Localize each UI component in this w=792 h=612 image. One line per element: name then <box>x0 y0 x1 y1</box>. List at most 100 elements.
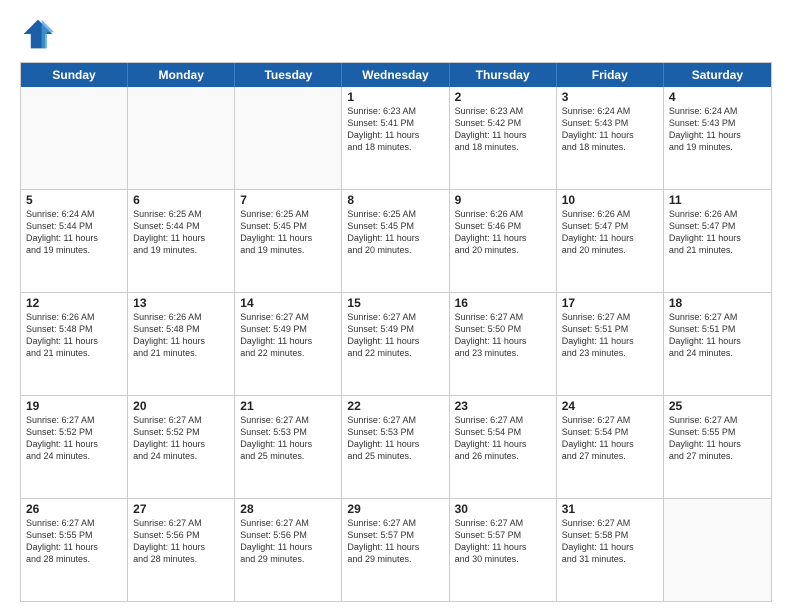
day-number: 27 <box>133 502 229 516</box>
day-info: Sunrise: 6:27 AM Sunset: 5:51 PM Dayligh… <box>562 311 658 360</box>
day-cell-31: 31Sunrise: 6:27 AM Sunset: 5:58 PM Dayli… <box>557 499 664 601</box>
day-info: Sunrise: 6:23 AM Sunset: 5:41 PM Dayligh… <box>347 105 443 154</box>
logo <box>20 16 58 52</box>
day-info: Sunrise: 6:25 AM Sunset: 5:45 PM Dayligh… <box>240 208 336 257</box>
day-info: Sunrise: 6:27 AM Sunset: 5:54 PM Dayligh… <box>562 414 658 463</box>
day-info: Sunrise: 6:24 AM Sunset: 5:44 PM Dayligh… <box>26 208 122 257</box>
day-cell-19: 19Sunrise: 6:27 AM Sunset: 5:52 PM Dayli… <box>21 396 128 498</box>
day-info: Sunrise: 6:27 AM Sunset: 5:56 PM Dayligh… <box>133 517 229 566</box>
day-cell-21: 21Sunrise: 6:27 AM Sunset: 5:53 PM Dayli… <box>235 396 342 498</box>
day-cell-8: 8Sunrise: 6:25 AM Sunset: 5:45 PM Daylig… <box>342 190 449 292</box>
day-cell-empty <box>235 87 342 189</box>
calendar-body: 1Sunrise: 6:23 AM Sunset: 5:41 PM Daylig… <box>21 87 771 601</box>
calendar: SundayMondayTuesdayWednesdayThursdayFrid… <box>20 62 772 602</box>
day-info: Sunrise: 6:25 AM Sunset: 5:44 PM Dayligh… <box>133 208 229 257</box>
day-number: 30 <box>455 502 551 516</box>
day-info: Sunrise: 6:26 AM Sunset: 5:47 PM Dayligh… <box>669 208 766 257</box>
day-number: 19 <box>26 399 122 413</box>
page: SundayMondayTuesdayWednesdayThursdayFrid… <box>0 0 792 612</box>
day-cell-empty <box>664 499 771 601</box>
day-cell-15: 15Sunrise: 6:27 AM Sunset: 5:49 PM Dayli… <box>342 293 449 395</box>
day-number: 29 <box>347 502 443 516</box>
day-cell-13: 13Sunrise: 6:26 AM Sunset: 5:48 PM Dayli… <box>128 293 235 395</box>
day-info: Sunrise: 6:27 AM Sunset: 5:55 PM Dayligh… <box>669 414 766 463</box>
day-cell-5: 5Sunrise: 6:24 AM Sunset: 5:44 PM Daylig… <box>21 190 128 292</box>
day-info: Sunrise: 6:27 AM Sunset: 5:49 PM Dayligh… <box>240 311 336 360</box>
day-number: 2 <box>455 90 551 104</box>
day-header-thursday: Thursday <box>450 63 557 87</box>
day-cell-30: 30Sunrise: 6:27 AM Sunset: 5:57 PM Dayli… <box>450 499 557 601</box>
day-number: 8 <box>347 193 443 207</box>
day-number: 28 <box>240 502 336 516</box>
day-cell-empty <box>128 87 235 189</box>
calendar-week-3: 12Sunrise: 6:26 AM Sunset: 5:48 PM Dayli… <box>21 292 771 395</box>
day-number: 12 <box>26 296 122 310</box>
day-cell-16: 16Sunrise: 6:27 AM Sunset: 5:50 PM Dayli… <box>450 293 557 395</box>
day-info: Sunrise: 6:27 AM Sunset: 5:49 PM Dayligh… <box>347 311 443 360</box>
day-cell-28: 28Sunrise: 6:27 AM Sunset: 5:56 PM Dayli… <box>235 499 342 601</box>
day-cell-1: 1Sunrise: 6:23 AM Sunset: 5:41 PM Daylig… <box>342 87 449 189</box>
day-info: Sunrise: 6:23 AM Sunset: 5:42 PM Dayligh… <box>455 105 551 154</box>
day-number: 4 <box>669 90 766 104</box>
day-number: 14 <box>240 296 336 310</box>
day-header-monday: Monday <box>128 63 235 87</box>
day-cell-11: 11Sunrise: 6:26 AM Sunset: 5:47 PM Dayli… <box>664 190 771 292</box>
day-cell-empty <box>21 87 128 189</box>
day-header-friday: Friday <box>557 63 664 87</box>
day-number: 24 <box>562 399 658 413</box>
day-number: 21 <box>240 399 336 413</box>
day-info: Sunrise: 6:26 AM Sunset: 5:48 PM Dayligh… <box>133 311 229 360</box>
day-header-saturday: Saturday <box>664 63 771 87</box>
day-cell-12: 12Sunrise: 6:26 AM Sunset: 5:48 PM Dayli… <box>21 293 128 395</box>
day-number: 5 <box>26 193 122 207</box>
day-header-tuesday: Tuesday <box>235 63 342 87</box>
day-info: Sunrise: 6:27 AM Sunset: 5:58 PM Dayligh… <box>562 517 658 566</box>
day-info: Sunrise: 6:27 AM Sunset: 5:53 PM Dayligh… <box>347 414 443 463</box>
day-number: 7 <box>240 193 336 207</box>
day-number: 15 <box>347 296 443 310</box>
day-number: 23 <box>455 399 551 413</box>
day-cell-27: 27Sunrise: 6:27 AM Sunset: 5:56 PM Dayli… <box>128 499 235 601</box>
calendar-week-5: 26Sunrise: 6:27 AM Sunset: 5:55 PM Dayli… <box>21 498 771 601</box>
day-header-wednesday: Wednesday <box>342 63 449 87</box>
day-cell-18: 18Sunrise: 6:27 AM Sunset: 5:51 PM Dayli… <box>664 293 771 395</box>
day-cell-14: 14Sunrise: 6:27 AM Sunset: 5:49 PM Dayli… <box>235 293 342 395</box>
day-cell-24: 24Sunrise: 6:27 AM Sunset: 5:54 PM Dayli… <box>557 396 664 498</box>
day-number: 10 <box>562 193 658 207</box>
day-header-sunday: Sunday <box>21 63 128 87</box>
day-cell-4: 4Sunrise: 6:24 AM Sunset: 5:43 PM Daylig… <box>664 87 771 189</box>
day-cell-3: 3Sunrise: 6:24 AM Sunset: 5:43 PM Daylig… <box>557 87 664 189</box>
day-cell-6: 6Sunrise: 6:25 AM Sunset: 5:44 PM Daylig… <box>128 190 235 292</box>
day-number: 18 <box>669 296 766 310</box>
day-number: 3 <box>562 90 658 104</box>
day-cell-23: 23Sunrise: 6:27 AM Sunset: 5:54 PM Dayli… <box>450 396 557 498</box>
day-number: 25 <box>669 399 766 413</box>
day-info: Sunrise: 6:26 AM Sunset: 5:48 PM Dayligh… <box>26 311 122 360</box>
day-number: 31 <box>562 502 658 516</box>
day-info: Sunrise: 6:27 AM Sunset: 5:53 PM Dayligh… <box>240 414 336 463</box>
day-info: Sunrise: 6:26 AM Sunset: 5:46 PM Dayligh… <box>455 208 551 257</box>
day-info: Sunrise: 6:27 AM Sunset: 5:52 PM Dayligh… <box>133 414 229 463</box>
day-info: Sunrise: 6:24 AM Sunset: 5:43 PM Dayligh… <box>562 105 658 154</box>
day-info: Sunrise: 6:27 AM Sunset: 5:55 PM Dayligh… <box>26 517 122 566</box>
day-info: Sunrise: 6:27 AM Sunset: 5:56 PM Dayligh… <box>240 517 336 566</box>
day-number: 6 <box>133 193 229 207</box>
day-cell-26: 26Sunrise: 6:27 AM Sunset: 5:55 PM Dayli… <box>21 499 128 601</box>
day-cell-29: 29Sunrise: 6:27 AM Sunset: 5:57 PM Dayli… <box>342 499 449 601</box>
calendar-week-2: 5Sunrise: 6:24 AM Sunset: 5:44 PM Daylig… <box>21 189 771 292</box>
day-number: 20 <box>133 399 229 413</box>
day-info: Sunrise: 6:27 AM Sunset: 5:51 PM Dayligh… <box>669 311 766 360</box>
day-info: Sunrise: 6:26 AM Sunset: 5:47 PM Dayligh… <box>562 208 658 257</box>
calendar-week-1: 1Sunrise: 6:23 AM Sunset: 5:41 PM Daylig… <box>21 87 771 189</box>
day-cell-9: 9Sunrise: 6:26 AM Sunset: 5:46 PM Daylig… <box>450 190 557 292</box>
day-number: 22 <box>347 399 443 413</box>
logo-icon <box>20 16 56 52</box>
day-cell-2: 2Sunrise: 6:23 AM Sunset: 5:42 PM Daylig… <box>450 87 557 189</box>
day-info: Sunrise: 6:24 AM Sunset: 5:43 PM Dayligh… <box>669 105 766 154</box>
day-cell-25: 25Sunrise: 6:27 AM Sunset: 5:55 PM Dayli… <box>664 396 771 498</box>
header <box>20 16 772 52</box>
day-number: 17 <box>562 296 658 310</box>
day-number: 9 <box>455 193 551 207</box>
day-info: Sunrise: 6:27 AM Sunset: 5:54 PM Dayligh… <box>455 414 551 463</box>
day-number: 13 <box>133 296 229 310</box>
